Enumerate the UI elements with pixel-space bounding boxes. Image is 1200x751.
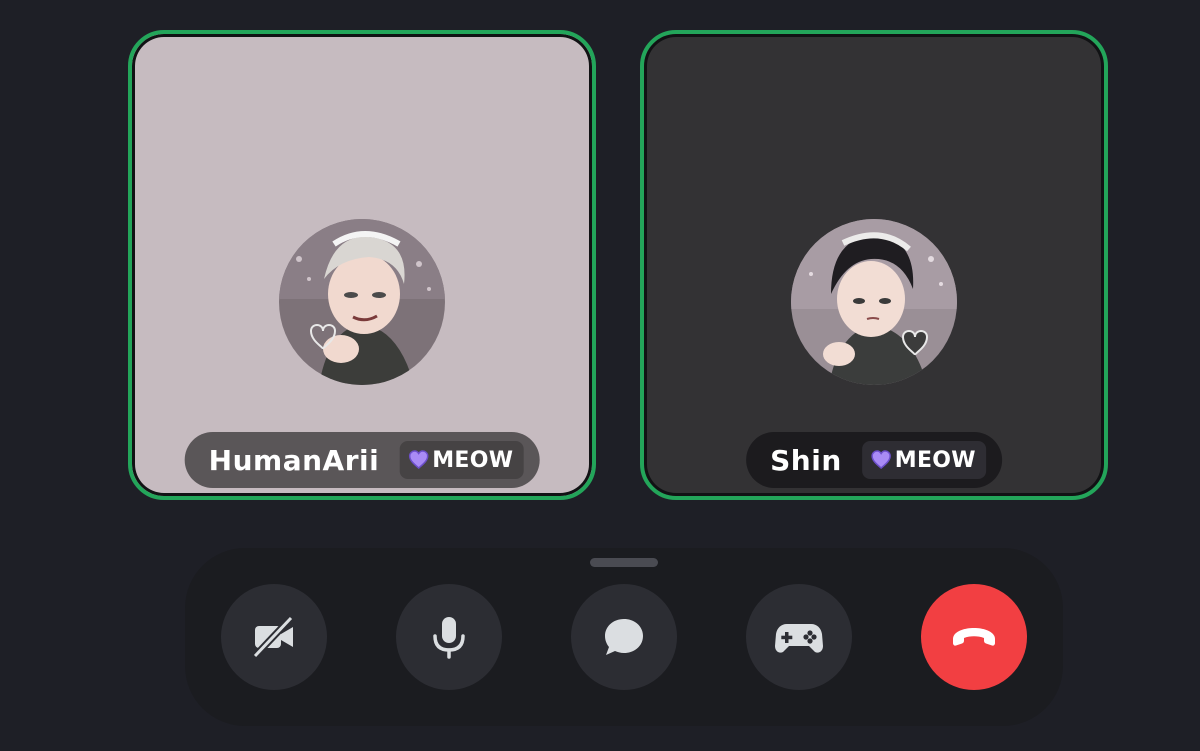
chat-bubble-icon xyxy=(605,619,643,655)
purple-heart-icon xyxy=(871,450,891,469)
drag-handle[interactable] xyxy=(590,558,658,567)
microphone-icon xyxy=(433,617,465,659)
server-tag[interactable]: MEOW xyxy=(861,441,986,479)
activities-button[interactable] xyxy=(746,584,852,690)
participant-avatar xyxy=(791,219,957,385)
participant-tile-shin[interactable]: Shin MEOW xyxy=(640,30,1108,500)
camera-toggle-button[interactable] xyxy=(221,584,327,690)
purple-heart-icon xyxy=(408,450,428,469)
gamepad-icon xyxy=(775,624,823,653)
call-controls-panel xyxy=(185,548,1063,726)
microphone-toggle-button[interactable] xyxy=(396,584,502,690)
participant-tile-humanarii[interactable]: HumanArii MEOW xyxy=(128,30,596,500)
server-tag[interactable]: MEOW xyxy=(399,441,524,479)
participant-avatar xyxy=(279,219,445,385)
chat-button[interactable] xyxy=(571,584,677,690)
phone-hangup-icon xyxy=(953,628,995,646)
disconnect-button[interactable] xyxy=(921,584,1027,690)
participant-name: Shin xyxy=(770,443,842,477)
server-tag-label: MEOW xyxy=(894,447,976,473)
participant-name: HumanArii xyxy=(208,443,380,477)
participant-nameplate: HumanArii MEOW xyxy=(184,432,540,488)
camera-off-icon xyxy=(252,615,294,659)
participant-nameplate: Shin MEOW xyxy=(746,432,1002,488)
server-tag-label: MEOW xyxy=(432,447,514,473)
